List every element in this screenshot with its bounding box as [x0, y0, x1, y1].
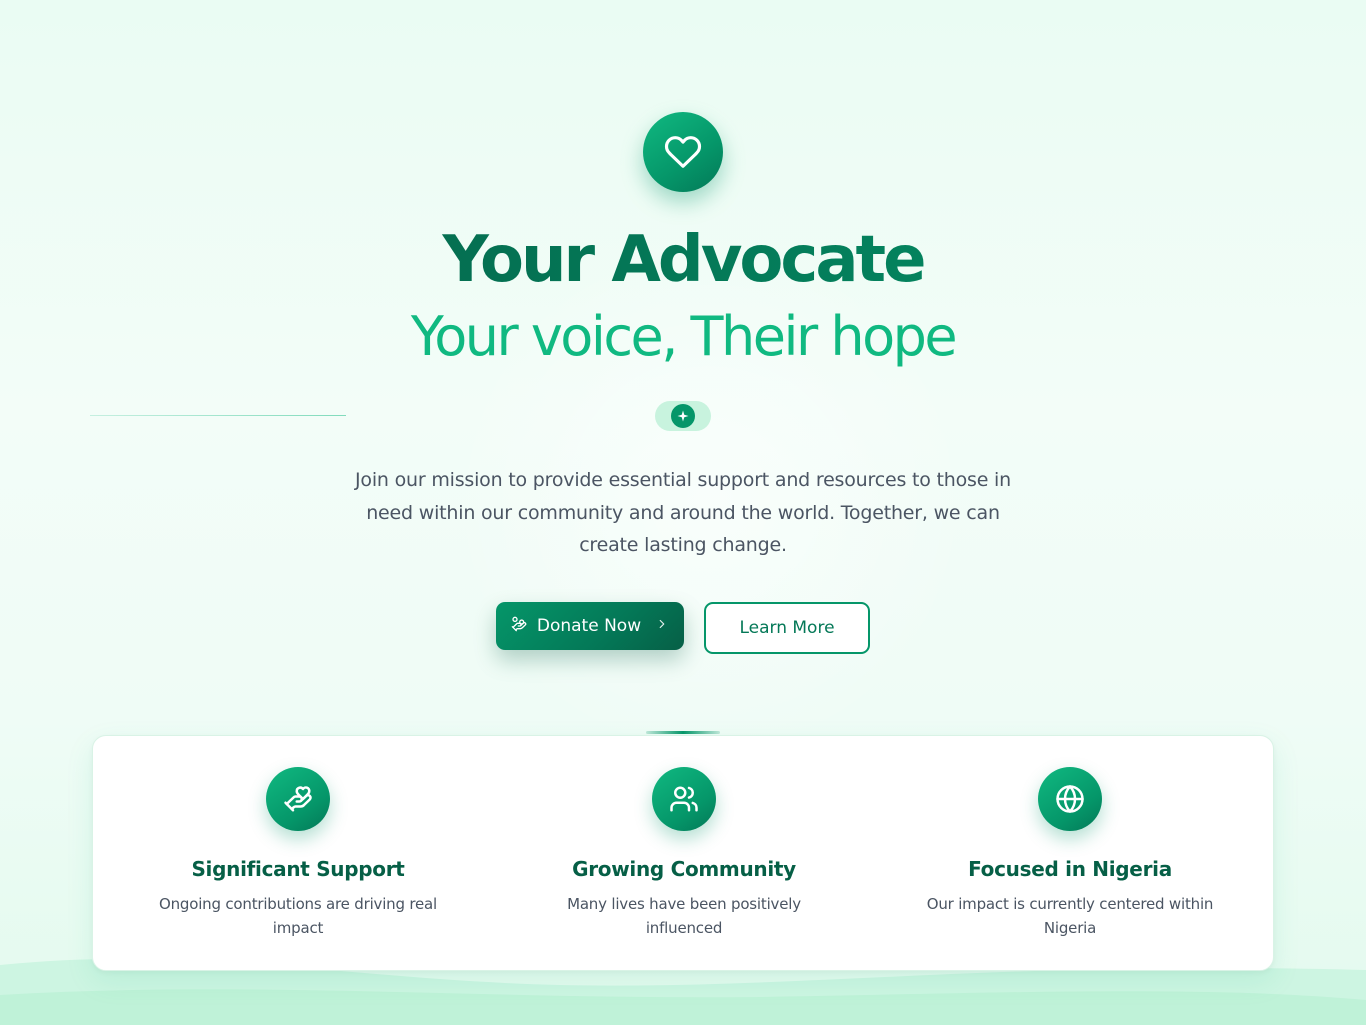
sparkle-icon	[671, 404, 695, 428]
stat-title: Significant Support	[191, 857, 405, 881]
stat-title: Focused in Nigeria	[968, 857, 1172, 881]
stat-significant-support: Significant Support Ongoing contribution…	[101, 736, 495, 972]
stat-growing-community: Growing Community Many lives have been p…	[487, 736, 881, 972]
hand-coins-icon	[511, 616, 527, 637]
learn-more-label: Learn More	[739, 618, 835, 638]
learn-more-button[interactable]: Learn More	[704, 602, 870, 654]
globe-icon	[1038, 767, 1102, 831]
users-icon	[652, 767, 716, 831]
stat-description: Our impact is currently centered within …	[926, 895, 1214, 937]
sparkle-badge	[655, 401, 711, 431]
divider-line	[90, 415, 346, 416]
card-accent-line	[646, 731, 720, 734]
stat-title: Growing Community	[572, 857, 796, 881]
stat-description: Ongoing contributions are driving real i…	[158, 895, 437, 937]
donate-now-label: Donate Now	[536, 616, 642, 636]
stat-focused-nigeria: Focused in Nigeria Our impact is current…	[873, 736, 1267, 972]
stats-card: Significant Support Ongoing contribution…	[92, 735, 1274, 971]
stat-description: Many lives have been positively influenc…	[567, 895, 801, 937]
chevron-right-icon	[655, 617, 669, 635]
heart-handshake-icon	[266, 767, 330, 831]
heart-icon	[643, 112, 723, 192]
page-subtitle: Your voice, Their hope	[410, 305, 958, 368]
donate-now-button[interactable]: Donate Now	[496, 602, 684, 650]
mission-description: Join our mission to provide essential su…	[355, 469, 1011, 556]
page-title: Your Advocate	[0, 218, 1366, 302]
